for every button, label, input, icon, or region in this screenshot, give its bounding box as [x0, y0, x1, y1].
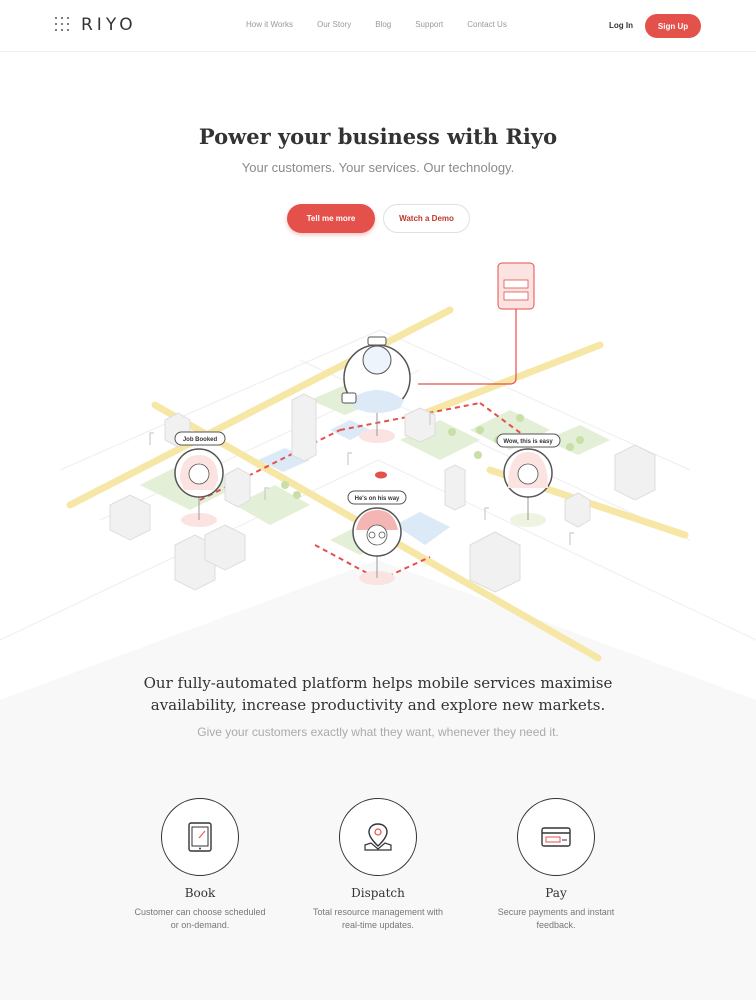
nav-link-contact-us[interactable]: Contact Us [467, 20, 507, 29]
riyo-logo[interactable]: RIYO [55, 15, 137, 35]
feature-book-circle [161, 798, 239, 876]
credit-card-icon [541, 827, 571, 847]
bubble-wow-text: Wow, this is easy [503, 439, 553, 445]
feature-dispatch-title: Dispatch [351, 886, 405, 900]
feature-dispatch: Dispatch Total resource management with … [288, 798, 468, 932]
feature-dispatch-circle [339, 798, 417, 876]
platform-headline-line1: Our fully-automated platform helps mobil… [143, 674, 613, 692]
bubble-job-booked: Job Booked [174, 431, 226, 446]
logo-grid-icon [55, 17, 71, 33]
feature-dispatch-desc: Total resource management with real-time… [312, 907, 444, 930]
customer-avatar-right [503, 448, 553, 527]
bubble-wow: Wow, this is easy [496, 433, 561, 448]
hero-subtitle: Your customers. Your services. Our techn… [241, 160, 515, 175]
login-link[interactable]: Log In [609, 21, 633, 30]
feature-book-desc: Customer can choose scheduled or on-dema… [134, 907, 266, 930]
hub-device-icon [418, 262, 535, 385]
watch-demo-button[interactable]: Watch a Demo [383, 204, 470, 233]
feature-pay-desc: Secure payments and instant feedback. [497, 907, 615, 930]
bubble-on-his-way-text: He's on his way [355, 496, 400, 502]
city-illustration: Job Booked He's on his way Wow, this is … [0, 262, 756, 662]
logo-text: RIYO [81, 15, 137, 35]
signup-button[interactable]: Sign Up [645, 14, 701, 38]
nav-link-blog[interactable]: Blog [375, 20, 391, 29]
location-marker-icon [375, 471, 387, 479]
platform-subtext: Give your customers exactly what they wa… [197, 725, 559, 739]
bubble-on-his-way: He's on his way [347, 490, 407, 505]
platform-headline-line2: availability, increase productivity and … [150, 696, 606, 714]
top-navigation: RIYO How it Works Our Story Blog Support… [0, 0, 756, 52]
nav-links: How it Works Our Story Blog Support Cont… [246, 20, 507, 29]
feature-pay: Pay Secure payments and instant feedback… [466, 798, 646, 932]
feature-book: Book Customer can choose scheduled or on… [110, 798, 290, 932]
platform-headline: Our fully-automated platform helps mobil… [100, 672, 656, 716]
worker-avatar-middle [352, 507, 402, 585]
customer-avatar-left [174, 448, 224, 527]
tell-me-more-button[interactable]: Tell me more [287, 204, 375, 233]
feature-book-title: Book [184, 886, 216, 900]
nav-link-our-story[interactable]: Our Story [317, 20, 351, 29]
hero-title: Power your business with Riyo [198, 124, 558, 149]
bubble-job-booked-text: Job Booked [183, 437, 218, 443]
feature-pay-circle [517, 798, 595, 876]
feature-pay-title: Pay [545, 886, 567, 900]
tablet-icon [188, 822, 212, 852]
nav-link-support[interactable]: Support [415, 20, 443, 29]
location-pin-icon [364, 823, 392, 851]
nav-link-how-it-works[interactable]: How it Works [246, 20, 293, 29]
